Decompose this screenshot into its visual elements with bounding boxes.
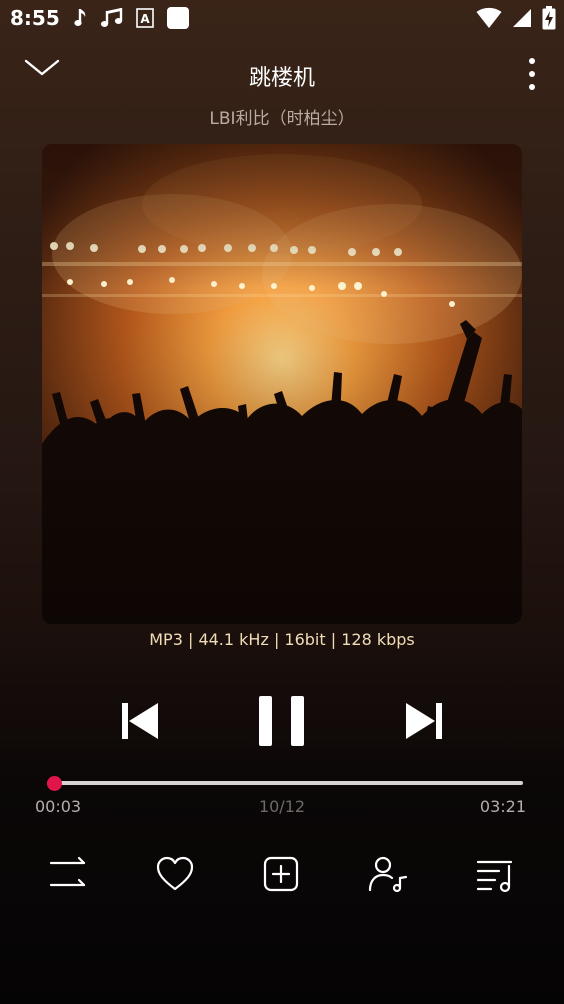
status-bar: 8:55 A	[0, 0, 564, 38]
play-queue-button[interactable]	[475, 854, 515, 894]
music-note-icon	[74, 7, 88, 33]
next-icon	[406, 703, 442, 739]
notification-icons: A	[74, 6, 190, 34]
audio-format-info: MP3 | 44.1 kHz | 16bit | 128 kbps	[149, 630, 415, 649]
white-square-icon	[166, 6, 190, 34]
add-to-playlist-icon	[263, 856, 299, 892]
previous-icon	[122, 703, 158, 739]
more-options-button[interactable]	[524, 56, 540, 96]
signal-icon	[512, 8, 532, 32]
status-time: 8:55	[10, 6, 60, 30]
previous-button[interactable]	[120, 702, 160, 740]
total-time: 03:21	[479, 797, 526, 816]
battery-charging-icon	[542, 6, 556, 34]
queue-icon	[476, 860, 513, 893]
artist-button[interactable]	[368, 854, 408, 894]
repeat-icon	[49, 856, 86, 887]
next-button[interactable]	[404, 702, 444, 740]
wifi-icon	[476, 7, 502, 33]
music-notes-icon	[100, 7, 124, 33]
system-icons	[476, 6, 556, 34]
svg-text:A: A	[140, 12, 150, 26]
song-title: 跳楼机	[248, 66, 315, 91]
progress-thumb[interactable]	[47, 776, 63, 791]
more-vertical-icon	[529, 58, 535, 90]
pause-icon	[259, 696, 304, 746]
album-art	[42, 144, 522, 624]
heart-icon	[156, 856, 194, 891]
font-a-icon: A	[136, 8, 154, 32]
favorite-button[interactable]	[155, 854, 195, 894]
song-artist: LBI利比（时柏尘）	[209, 109, 355, 129]
repeat-mode-button[interactable]	[48, 854, 88, 894]
pause-button[interactable]	[256, 695, 308, 747]
progress-bar[interactable]	[47, 781, 523, 785]
concert-crowd-image	[42, 144, 522, 624]
artist-icon	[368, 856, 408, 893]
add-to-playlist-button[interactable]	[262, 854, 302, 894]
